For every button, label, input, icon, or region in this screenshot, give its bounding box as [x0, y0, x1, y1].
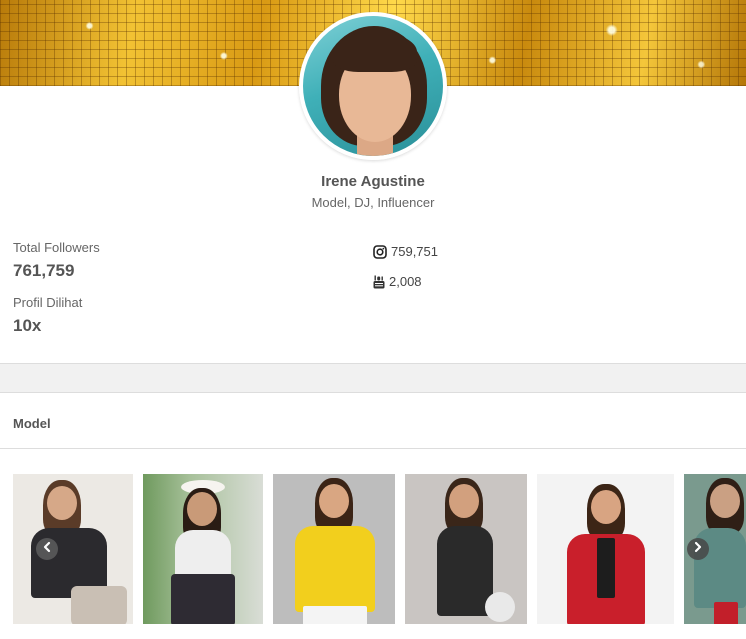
gallery-next-button[interactable] — [687, 538, 709, 560]
avatar-bangs — [333, 32, 417, 72]
section-divider — [0, 448, 746, 449]
instagram-count: 759,751 — [391, 244, 438, 259]
instagram-icon — [373, 244, 387, 259]
profile-name: Irene Agustine — [321, 173, 425, 190]
profile-views-value: 10x — [13, 316, 42, 335]
gallery-photo-3[interactable] — [273, 474, 395, 624]
instagram-stat[interactable]: 759,751 — [373, 244, 438, 259]
gallery-photo-5[interactable] — [537, 474, 674, 624]
profile-role: Model, DJ, Influencer — [311, 195, 435, 210]
avatar[interactable] — [299, 12, 447, 160]
gallery-prev-button[interactable] — [36, 538, 58, 560]
total-followers-label: Total Followers — [13, 240, 100, 255]
youtube-icon — [373, 275, 385, 289]
gallery-photo-4[interactable] — [405, 474, 527, 624]
total-followers-value: 761,759 — [13, 261, 75, 280]
chevron-right-icon — [692, 540, 704, 558]
section-separator — [0, 363, 746, 393]
gallery-photo-1[interactable] — [13, 474, 133, 624]
gallery-photo-2[interactable] — [143, 474, 263, 624]
profile-views-label: Profil Dilihat — [13, 295, 83, 310]
youtube-stat[interactable]: 2,008 — [373, 274, 422, 289]
youtube-count: 2,008 — [389, 274, 422, 289]
chevron-left-icon — [41, 540, 53, 558]
section-title-model: Model — [13, 416, 51, 431]
